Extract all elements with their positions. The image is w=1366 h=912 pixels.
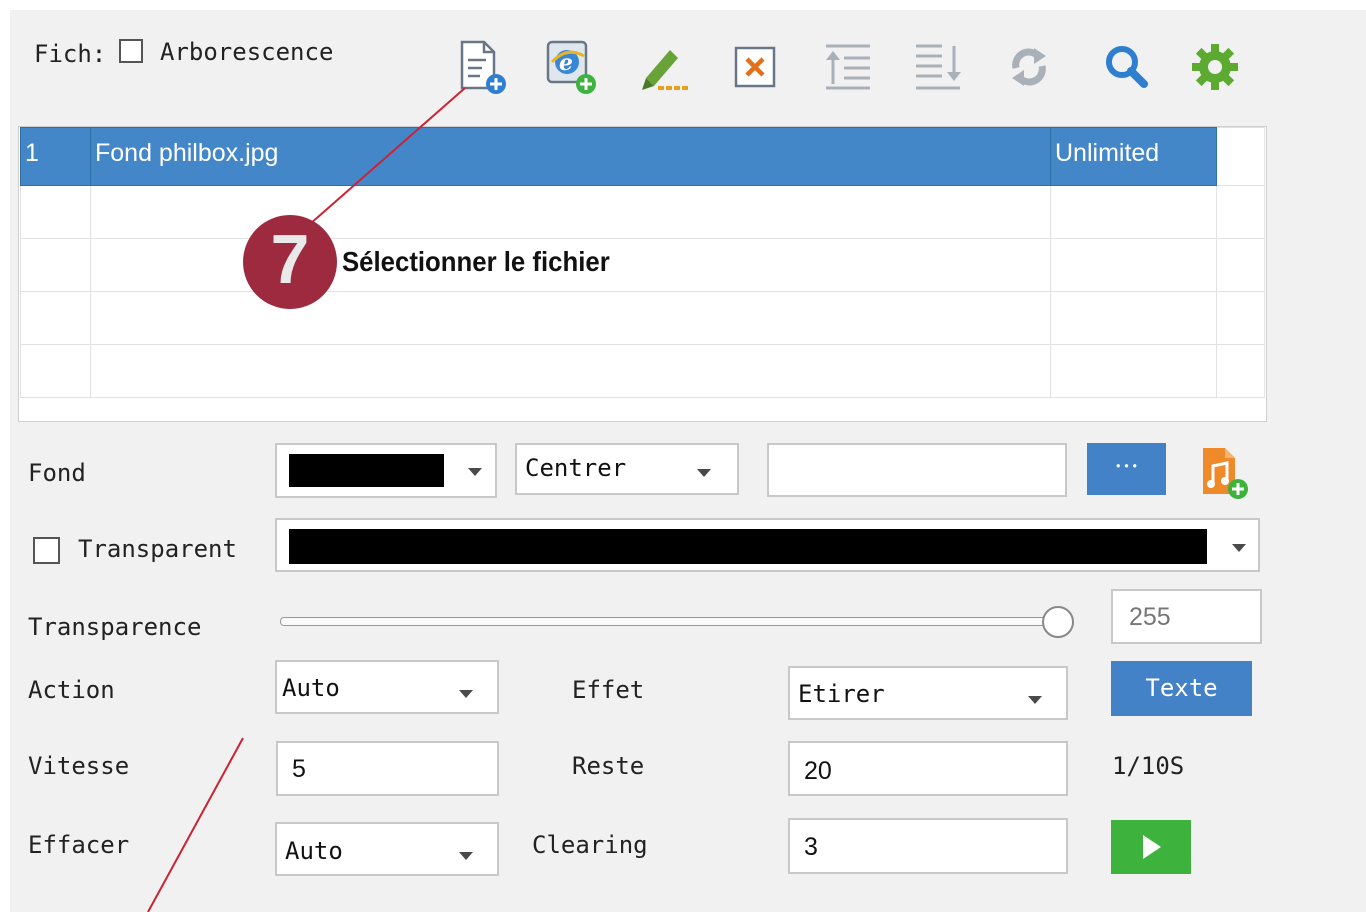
background-color-select[interactable] [275, 443, 497, 498]
row-file-name [90, 185, 1051, 239]
delete-icon[interactable] [728, 38, 786, 96]
table-row[interactable]: 1 Fond philbox.jpg Unlimited [20, 127, 1265, 186]
row-duration [1050, 291, 1217, 345]
effect-label: Effet [572, 676, 645, 704]
transparent-label: Transparent [78, 535, 237, 563]
chevron-down-icon [459, 690, 473, 698]
background-color-swatch [289, 454, 444, 487]
row-spacer [1216, 344, 1265, 398]
row-duration: Unlimited [1050, 127, 1217, 186]
transparent-color-swatch [289, 529, 1207, 564]
background-path-input[interactable] [767, 443, 1067, 497]
browse-button[interactable]: ··· [1087, 443, 1166, 495]
file-table: 1 Fond philbox.jpg Unlimited [20, 127, 1265, 398]
row-index [20, 238, 91, 292]
add-web-icon[interactable]: e [542, 38, 600, 96]
row-duration [1050, 344, 1217, 398]
chevron-down-icon [1232, 544, 1246, 552]
speed-input[interactable]: 5 [276, 741, 499, 796]
move-up-icon[interactable] [820, 38, 878, 96]
rest-value: 20 [804, 757, 832, 785]
speed-label: Vitesse [28, 752, 130, 780]
annotation-badge: 7 [243, 215, 337, 309]
row-spacer [1216, 291, 1265, 345]
table-row[interactable] [20, 238, 1265, 292]
row-index: 1 [20, 127, 91, 186]
annotation-text: Sélectionner le fichier [342, 246, 610, 277]
transparent-checkbox[interactable] [33, 537, 60, 564]
play-icon [1143, 835, 1161, 859]
play-button[interactable] [1111, 820, 1191, 874]
action-select[interactable]: Auto [275, 660, 499, 714]
row-spacer [1216, 185, 1265, 239]
row-index [20, 344, 91, 398]
row-spacer [1216, 238, 1265, 292]
clear-label: Effacer [28, 831, 130, 859]
action-label: Action [28, 676, 115, 704]
transparency-value-input[interactable]: 255 [1111, 589, 1262, 644]
chevron-down-icon [468, 468, 482, 476]
add-music-icon[interactable] [1195, 444, 1255, 502]
row-index [20, 291, 91, 345]
rest-label: Reste [572, 752, 645, 780]
row-file-name: Fond philbox.jpg [90, 127, 1051, 186]
clear-select[interactable]: Auto [275, 822, 499, 876]
row-index [20, 185, 91, 239]
tree-checkbox[interactable] [119, 39, 143, 63]
annotation-number: 7 [270, 220, 310, 298]
settings-icon[interactable] [1186, 38, 1244, 96]
position-select[interactable]: Centrer [515, 443, 739, 495]
transparency-label: Transparence [28, 613, 202, 641]
rename-icon[interactable] [634, 38, 692, 96]
transparency-slider-track[interactable] [280, 617, 1060, 626]
clear-value: Auto [285, 837, 343, 865]
add-file-icon[interactable] [452, 38, 510, 96]
row-spacer [1216, 127, 1265, 186]
effect-select[interactable]: Etirer [788, 666, 1068, 720]
action-value: Auto [282, 674, 340, 702]
table-row[interactable] [20, 291, 1265, 345]
rest-input[interactable]: 20 [788, 741, 1068, 796]
text-button[interactable]: Texte [1111, 661, 1252, 716]
clearing-label: Clearing [532, 831, 648, 859]
clearing-value: 3 [804, 833, 818, 861]
refresh-icon[interactable] [1000, 38, 1058, 96]
rest-unit: 1/10S [1112, 752, 1185, 780]
search-icon[interactable] [1098, 38, 1156, 96]
transparent-color-select[interactable] [275, 518, 1260, 572]
background-label: Fond [28, 459, 86, 487]
clearing-input[interactable]: 3 [788, 818, 1068, 874]
chevron-down-icon [1028, 696, 1042, 704]
speed-value: 5 [292, 755, 306, 783]
transparency-slider-thumb[interactable] [1042, 606, 1074, 638]
row-file-name [90, 291, 1051, 345]
position-value: Centrer [525, 454, 627, 482]
move-down-icon[interactable] [910, 38, 968, 96]
chevron-down-icon [459, 852, 473, 860]
table-row[interactable] [20, 344, 1265, 398]
table-row[interactable] [20, 185, 1265, 239]
effect-value: Etirer [798, 680, 885, 708]
file-label: Fich: [34, 40, 107, 68]
row-duration [1050, 185, 1217, 239]
transparency-value: 255 [1129, 603, 1171, 631]
row-file-name [90, 344, 1051, 398]
chevron-down-icon [697, 469, 711, 477]
row-duration [1050, 238, 1217, 292]
tree-label: Arborescence [160, 38, 334, 66]
